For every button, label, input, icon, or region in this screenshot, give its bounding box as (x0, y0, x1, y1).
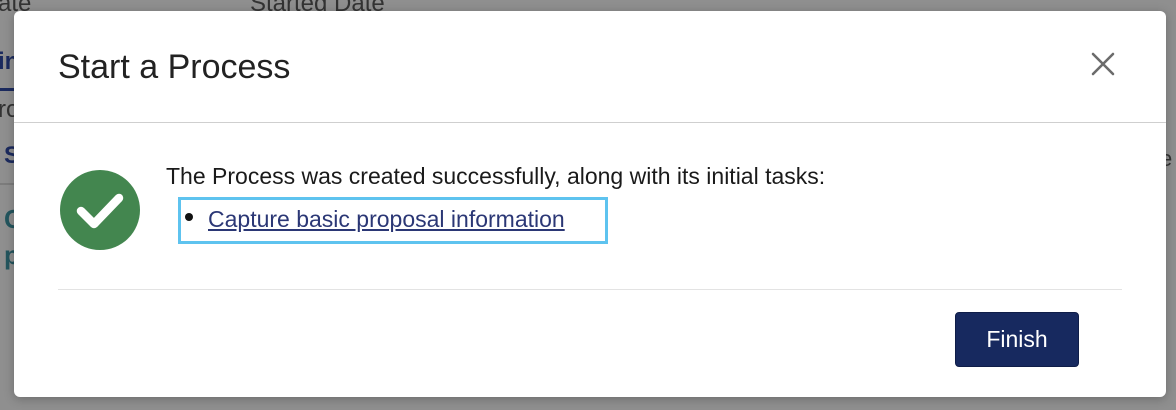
start-process-dialog: Start a Process The Process was created … (14, 11, 1166, 397)
close-icon (1091, 52, 1115, 76)
task-list: Capture basic proposal information (164, 197, 608, 245)
check-circle-icon (60, 170, 140, 250)
footer-divider (58, 289, 1122, 290)
close-button[interactable] (1088, 49, 1118, 79)
bullet (185, 213, 193, 221)
dialog-header: Start a Process (14, 11, 1166, 123)
background-tab-underline (0, 88, 14, 91)
finish-button[interactable]: Finish (955, 312, 1079, 367)
task-link-capture-basic-proposal-information[interactable]: Capture basic proposal information (208, 206, 565, 233)
success-message: The Process was created successfully, al… (166, 163, 826, 189)
list-item: Capture basic proposal information (164, 197, 608, 245)
dialog-title: Start a Process (58, 48, 291, 86)
